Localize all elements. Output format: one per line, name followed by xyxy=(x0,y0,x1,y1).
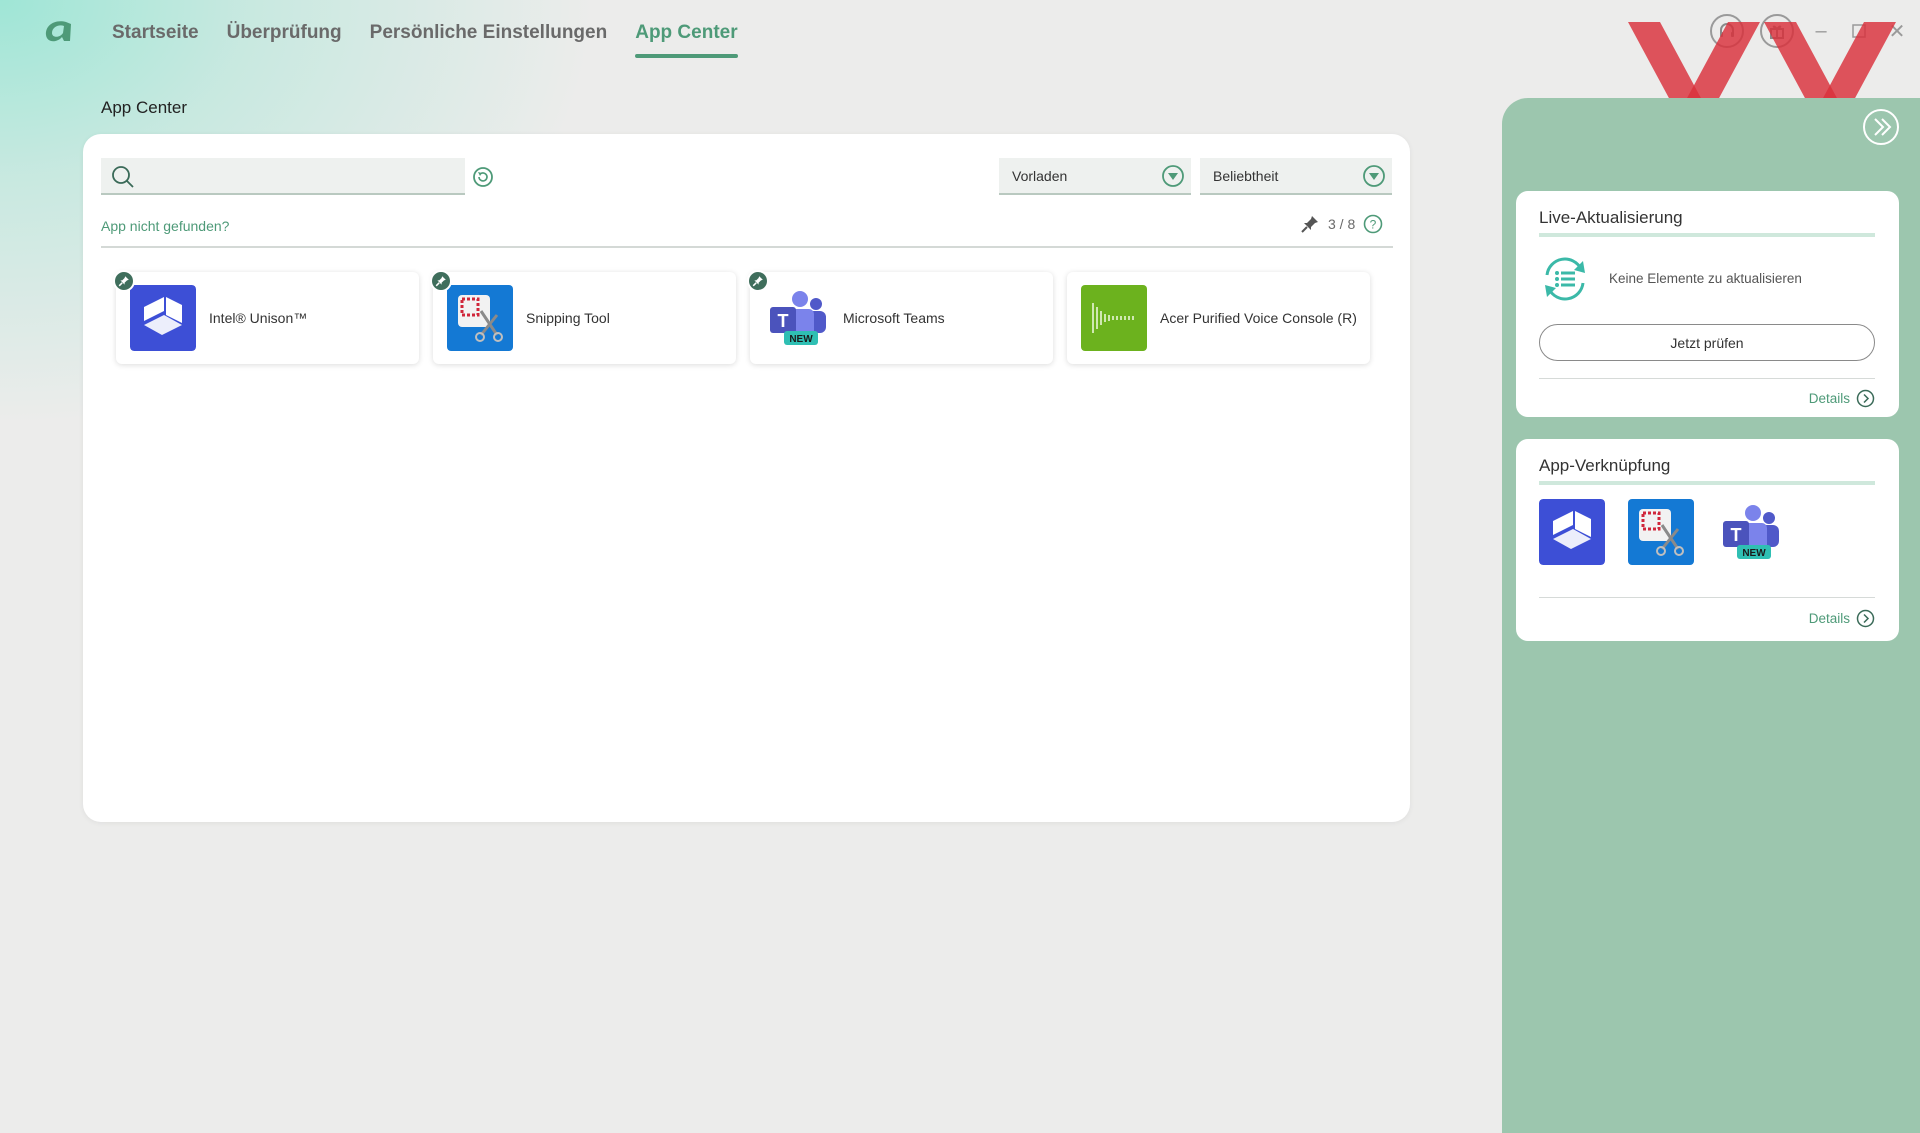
pinned-badge-icon[interactable] xyxy=(430,270,452,292)
pin-icon xyxy=(1301,216,1318,233)
minimize-icon[interactable]: – xyxy=(1810,20,1832,42)
window-controls: – ✕ xyxy=(1710,14,1908,48)
app-tile-intel-unison[interactable]: Intel® Unison™ xyxy=(113,270,419,364)
sort-dropdown[interactable]: Beliebtheit xyxy=(1200,158,1392,195)
check-now-button[interactable]: Jetzt prüfen xyxy=(1539,324,1875,361)
intel-unison-icon[interactable] xyxy=(1539,499,1605,565)
nav-tabs: Startseite Überprüfung Persönliche Einst… xyxy=(112,22,739,58)
app-tile-microsoft-teams[interactable]: T NEW Microsoft Teams xyxy=(747,270,1053,364)
sync-list-icon xyxy=(1545,257,1585,301)
microsoft-teams-icon[interactable]: T NEW xyxy=(1717,499,1783,565)
help-icon[interactable]: ? xyxy=(1363,214,1383,234)
app-shortcut-card: App-Verknüpfung T NEW Details xyxy=(1516,439,1899,641)
chevron-down-icon xyxy=(1162,165,1184,187)
live-update-title: Live-Aktualisierung xyxy=(1539,208,1683,227)
shortcut-icons: T NEW xyxy=(1539,499,1783,565)
microsoft-teams-icon: T NEW xyxy=(770,291,826,345)
app-center-card: Vorladen Beliebtheit App nicht gefunden?… xyxy=(83,134,1410,822)
search-icon xyxy=(112,166,134,188)
live-update-details-link[interactable]: Details xyxy=(1809,389,1875,408)
title-underline xyxy=(1539,233,1875,237)
app-shortcut-details-link[interactable]: Details xyxy=(1809,609,1875,628)
app-tile-snipping-tool[interactable]: Snipping Tool xyxy=(430,270,736,364)
svg-text:T: T xyxy=(1731,525,1742,545)
tab-persoenliche-einstellungen[interactable]: Persönliche Einstellungen xyxy=(370,22,608,58)
pinned-badge-icon[interactable] xyxy=(747,270,769,292)
page-title: App Center xyxy=(101,98,187,117)
app-name: Acer Purified Voice Console (R) xyxy=(1160,310,1357,326)
details-label: Details xyxy=(1808,611,1850,626)
top-navigation: Startseite Überprüfung Persönliche Einst… xyxy=(0,0,1920,70)
chevron-down-icon xyxy=(1363,165,1385,187)
sort-dropdown-label: Beliebtheit xyxy=(1213,168,1279,184)
pin-count-text: 3 / 8 xyxy=(1328,216,1356,232)
divider xyxy=(1539,378,1875,379)
svg-text:?: ? xyxy=(1370,218,1377,232)
pin-counter: 3 / 8 ? xyxy=(1300,214,1383,234)
app-list: Intel® Unison™ Snipping Tool T NEW Micro… xyxy=(113,270,1370,364)
divider xyxy=(101,246,1393,248)
app-shortcut-title: App-Verknüpfung xyxy=(1539,456,1671,475)
tab-startseite[interactable]: Startseite xyxy=(112,22,199,58)
app-name: Microsoft Teams xyxy=(843,310,945,326)
intel-unison-icon xyxy=(130,285,196,351)
support-headset-icon[interactable] xyxy=(1710,14,1744,48)
collapse-panel-icon[interactable] xyxy=(1862,108,1900,146)
app-not-found-link[interactable]: App nicht gefunden? xyxy=(101,218,229,234)
side-panel: Live-Aktualisierung Keine Elemente zu ak… xyxy=(1502,98,1920,1133)
title-underline xyxy=(1539,481,1875,485)
maximize-icon[interactable] xyxy=(1848,20,1870,42)
app-tile-acer-purified-voice[interactable]: Acer Purified Voice Console (R) xyxy=(1067,272,1370,364)
svg-text:T: T xyxy=(778,311,789,331)
tab-ueberpruefung[interactable]: Überprüfung xyxy=(227,22,342,58)
acer-logo-icon xyxy=(45,21,71,42)
preset-dropdown[interactable]: Vorladen xyxy=(999,158,1191,195)
live-update-card: Live-Aktualisierung Keine Elemente zu ak… xyxy=(1516,191,1899,417)
app-name: Snipping Tool xyxy=(526,310,610,326)
search-input[interactable] xyxy=(141,158,459,193)
update-status-text: Keine Elemente zu aktualisieren xyxy=(1609,271,1802,286)
preset-dropdown-label: Vorladen xyxy=(1012,168,1068,184)
chevron-right-circle-icon xyxy=(1856,609,1875,628)
snipping-tool-icon[interactable] xyxy=(1628,499,1694,565)
gift-icon[interactable] xyxy=(1760,14,1794,48)
divider xyxy=(1539,597,1875,598)
close-icon[interactable]: ✕ xyxy=(1886,20,1908,43)
search-box xyxy=(101,158,465,195)
acer-purified-voice-icon xyxy=(1081,285,1147,351)
svg-text:NEW: NEW xyxy=(1742,548,1766,559)
chevron-right-circle-icon xyxy=(1856,389,1875,408)
refresh-icon[interactable] xyxy=(472,166,494,188)
pinned-badge-icon[interactable] xyxy=(113,270,135,292)
snipping-tool-icon xyxy=(447,285,513,351)
tab-app-center[interactable]: App Center xyxy=(635,22,739,58)
svg-text:NEW: NEW xyxy=(789,334,813,345)
app-name: Intel® Unison™ xyxy=(209,310,308,326)
details-label: Details xyxy=(1808,391,1850,406)
